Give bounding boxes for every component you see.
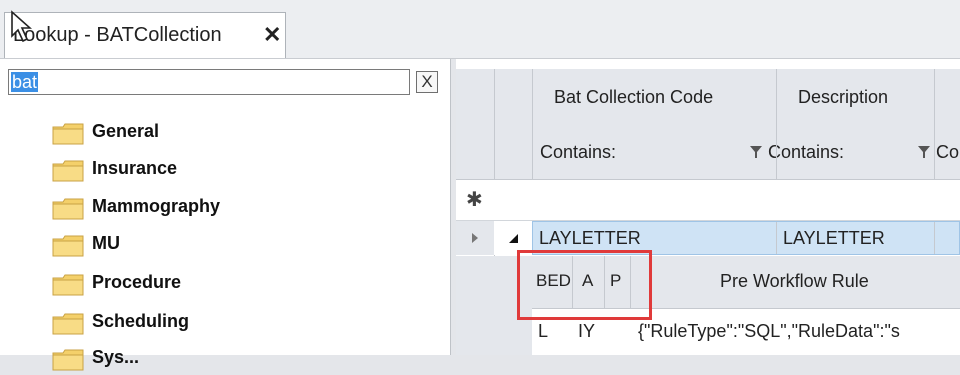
column-divider — [934, 222, 935, 254]
tree-item-label: Scheduling — [92, 311, 190, 331]
folder-icon — [52, 160, 84, 182]
tree-item-label: Mammography — [92, 196, 221, 216]
tree-item-label: Procedure — [92, 272, 182, 292]
filter-icon[interactable] — [917, 145, 931, 159]
row-selector[interactable] — [456, 221, 494, 255]
filter-description[interactable]: Contains: — [768, 142, 844, 163]
folder-icon — [52, 198, 84, 220]
detail-cell-a: IY — [578, 321, 596, 341]
tab-title: Lookup - BATCollection — [13, 24, 222, 46]
tab-lookup-batcollection[interactable]: Lookup - BATCollection ✕ — [4, 12, 286, 58]
filter-icon[interactable] — [749, 145, 763, 159]
column-divider — [776, 222, 777, 254]
new-row[interactable]: ✱ — [456, 180, 960, 221]
column-header-bat-collection-code[interactable]: Bat Collection Code — [554, 87, 713, 108]
detail-column-header-pre-workflow-rule[interactable]: Pre Workflow Rule — [720, 271, 869, 292]
folder-icon — [52, 274, 84, 296]
tree-item-label: MU — [92, 233, 120, 253]
lookup-tree-panel: bat X General Insurance Mammography MU P… — [0, 59, 451, 371]
filter-bat-collection-code[interactable]: Contains: — [540, 142, 616, 163]
tree-item-label: Insurance — [92, 158, 178, 178]
search-input-value: bat — [11, 72, 39, 92]
tab-strip: Lookup - BATCollection ✕ — [0, 0, 960, 59]
current-row-icon — [472, 233, 478, 243]
folder-icon — [52, 313, 84, 335]
column-header-description[interactable]: Description — [798, 87, 888, 108]
close-icon[interactable]: ✕ — [263, 22, 281, 48]
detail-cell-pre-workflow-rule: {"RuleType":"SQL","RuleData":"s — [638, 321, 900, 341]
tree-item-label: Sys... — [92, 347, 140, 367]
filter-column-3[interactable]: Co — [936, 142, 959, 163]
annotation-highlight-box — [517, 250, 652, 320]
folder-icon — [52, 235, 84, 257]
tree-item-label: General — [92, 121, 160, 141]
new-row-asterisk-icon: ✱ — [466, 189, 483, 211]
search-clear-button[interactable]: X — [416, 71, 438, 93]
search-input[interactable]: bat — [8, 69, 410, 95]
cell-description: LAYLETTER — [783, 228, 885, 248]
detail-cell-bed: L — [538, 321, 549, 341]
mouse-pointer-icon — [11, 10, 32, 43]
cell-bat-collection-code: LAYLETTER — [539, 228, 641, 248]
folder-icon — [52, 123, 84, 145]
collapse-icon — [509, 234, 518, 243]
folder-icon — [52, 349, 84, 371]
